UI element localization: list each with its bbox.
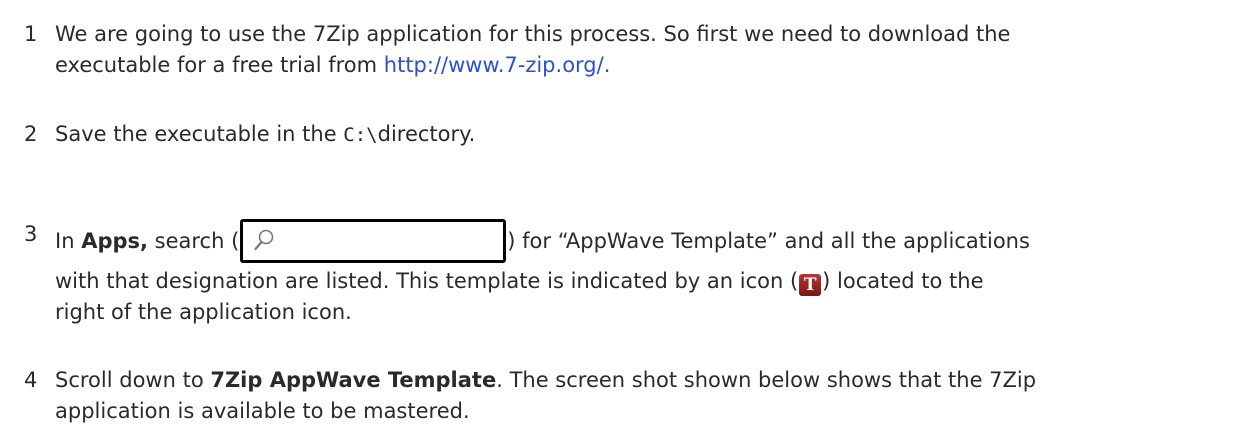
- step-number: 2: [24, 122, 38, 146]
- template-t-icon: T: [799, 274, 822, 296]
- step-text-segment: . The screen shot shown below shows that…: [496, 368, 1037, 392]
- step-text-segment: In: [55, 229, 82, 253]
- step-line: In Apps, search ( ) for “AppWave Template…: [55, 219, 1239, 263]
- step-text-segment: Save the executable in the: [55, 122, 344, 146]
- step-line: right of the application icon.: [55, 300, 352, 324]
- apps-label: Apps,: [81, 229, 148, 253]
- step-line: Scroll down to 7Zip AppWave Template. Th…: [55, 365, 1239, 396]
- step-number: 3: [24, 222, 38, 246]
- step-line: with that designation are listed. This t…: [55, 266, 1239, 297]
- magnifier-icon: [254, 229, 274, 251]
- step-text-segment: with that designation are listed. This t…: [55, 269, 799, 293]
- step-line: Save the executable in the C:\directory.: [55, 119, 1239, 151]
- step-text: Save the executable in the C:\directory.: [55, 119, 1239, 151]
- step-line: executable for a free trial from http://…: [55, 50, 1239, 81]
- step-text: Scroll down to 7Zip AppWave Template. Th…: [55, 365, 1239, 427]
- 7zip-download-link[interactable]: http://www.7-zip.org/.: [384, 53, 611, 77]
- step-text-segment: ) for “AppWave Template” and all the app…: [507, 229, 1030, 253]
- step-text-segment: executable for a free trial from: [55, 53, 384, 77]
- step-text-segment: search (: [147, 229, 240, 253]
- step-text-segment: directory.: [377, 122, 476, 146]
- step-text: In Apps, search ( ) for “AppWave Template…: [55, 219, 1239, 328]
- directory-path: C:\: [343, 124, 378, 146]
- search-box[interactable]: [240, 219, 507, 263]
- template-name: 7Zip AppWave Template: [210, 368, 497, 392]
- step-text-segment: ) located to the: [822, 269, 984, 293]
- step-text-segment: Scroll down to: [55, 368, 211, 392]
- step-number: 1: [24, 22, 38, 46]
- step-text: We are going to use the 7Zip application…: [55, 19, 1239, 81]
- step-number: 4: [24, 368, 38, 392]
- step-line: application is available to be mastered.: [55, 399, 470, 423]
- step-line: We are going to use the 7Zip application…: [55, 22, 1011, 46]
